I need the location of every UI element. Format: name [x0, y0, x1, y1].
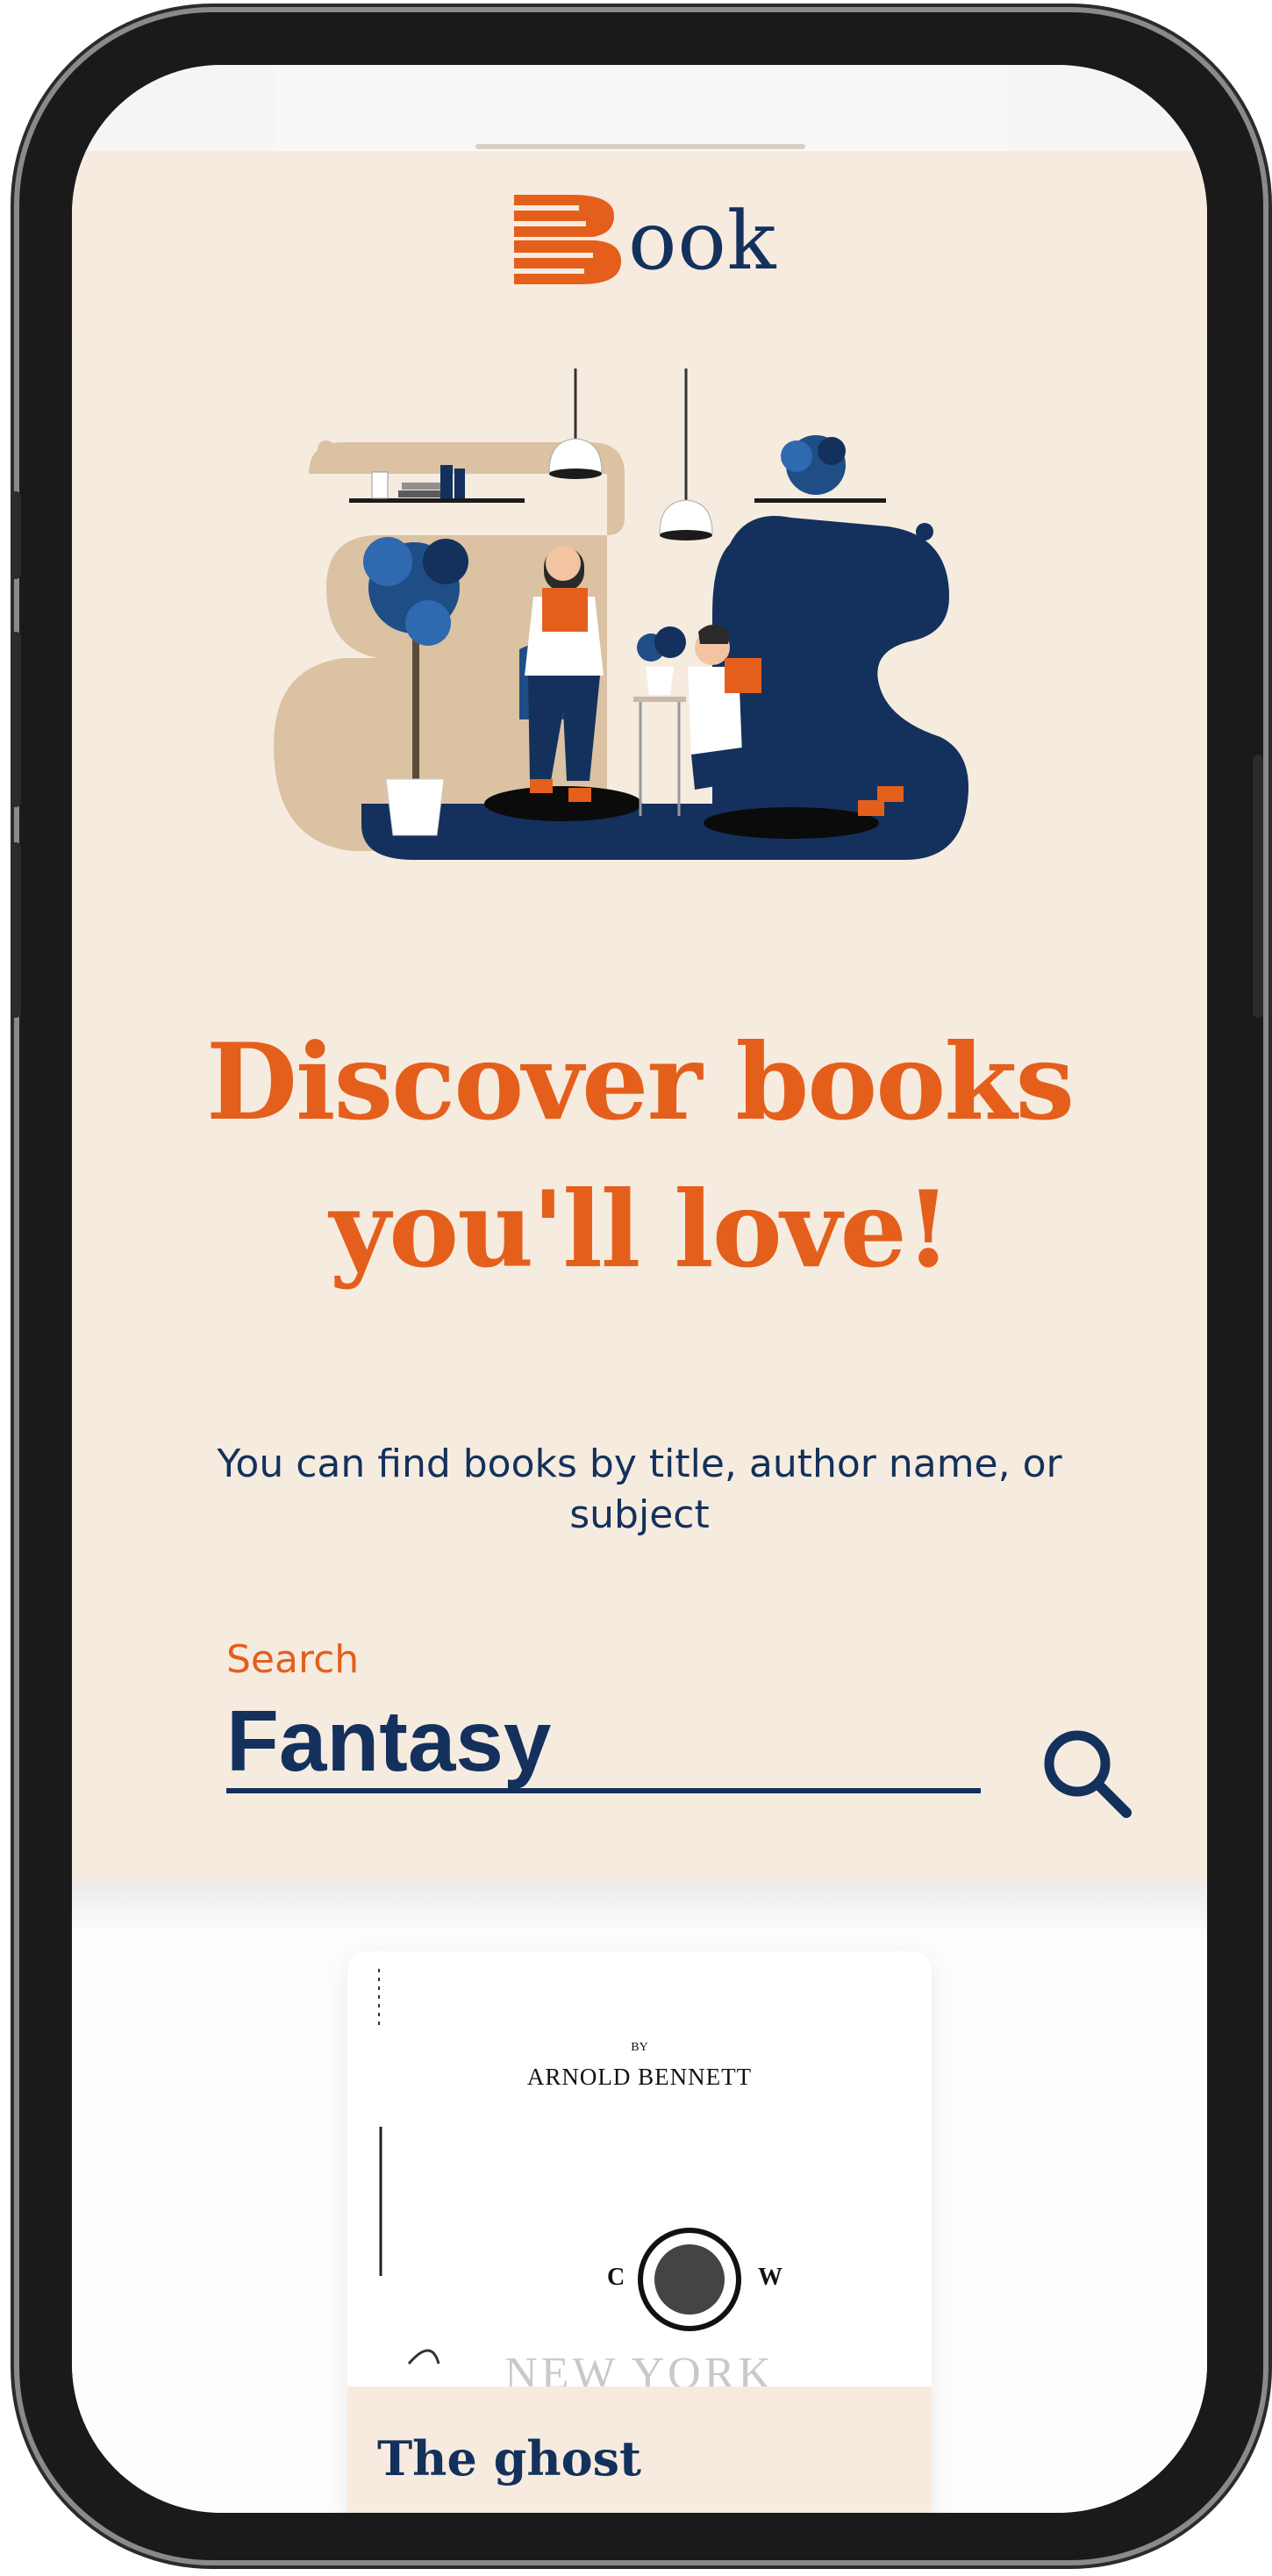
- cover-mark-left: C: [607, 2264, 625, 2291]
- book-cover: BY ARNOLD BENNETT C W NEW YORK: [347, 1951, 932, 2399]
- search-button[interactable]: [1037, 1723, 1135, 1821]
- book-title[interactable]: The ghost: [377, 2430, 641, 2487]
- status-divider: [475, 144, 805, 149]
- hero-headline: Discover books you'll love!: [72, 1009, 1207, 1304]
- mute-switch: [11, 491, 21, 579]
- cover-author: ARNOLD BENNETT: [526, 2064, 753, 2090]
- logo-b-icon: [514, 195, 621, 284]
- browser-bar: [274, 65, 1009, 151]
- status-bar: [72, 65, 1207, 151]
- search-input[interactable]: [226, 1693, 981, 1793]
- headline-line-2: you'll love!: [329, 1168, 951, 1292]
- logo-text: ook: [628, 194, 777, 288]
- cover-by: BY: [631, 2041, 648, 2054]
- reading-illustration: [274, 369, 968, 860]
- volume-down-button: [11, 842, 21, 1018]
- app-screen: ook Discover books you'll love! You can …: [72, 65, 1207, 2513]
- book-logo[interactable]: ook: [511, 191, 791, 297]
- results-shadow: [72, 1881, 1207, 1934]
- hero-subtitle: You can find books by title, author name…: [217, 1442, 1062, 1537]
- volume-up-button: [11, 632, 21, 807]
- hero-section: Discover books you'll love! You can find…: [72, 337, 1207, 1881]
- cover-mark-right: W: [758, 2264, 782, 2291]
- search-label: Search: [226, 1637, 360, 1682]
- results-section: BY ARNOLD BENNETT C W NEW YORK The ghost: [72, 1881, 1207, 2513]
- headline-line-1: Discover books: [205, 1020, 1075, 1144]
- book-card-footer: The ghost: [347, 2386, 932, 2513]
- search-icon: [1044, 1730, 1132, 1818]
- cover-scan-marks: [378, 1969, 741, 2365]
- book-card[interactable]: BY ARNOLD BENNETT C W NEW YORK The ghost: [347, 1951, 932, 2513]
- power-button: [1253, 755, 1263, 1018]
- app-header: ook: [72, 151, 1207, 339]
